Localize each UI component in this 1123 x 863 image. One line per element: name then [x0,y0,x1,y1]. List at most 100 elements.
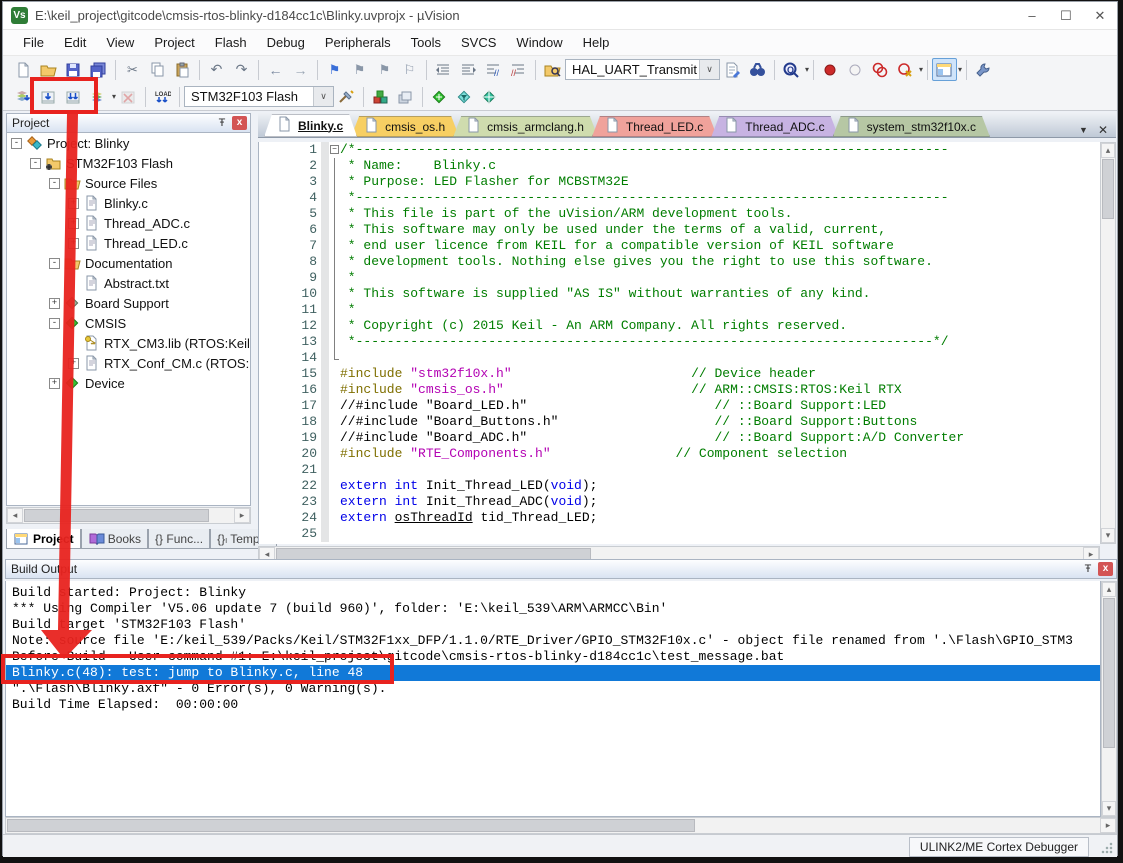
build-output-line-highlighted[interactable]: Blinky.c(48): test: jump to Blinky.c, li… [6,665,1100,681]
disable-breakpoints-button[interactable] [893,58,918,81]
editor-tab-system-stm32f10x-c[interactable]: system_stm32f10x.c [833,116,990,137]
debug-windows-button[interactable] [932,58,957,81]
navigate-forward-button[interactable]: → [288,58,313,81]
indent-button[interactable] [456,58,481,81]
menu-debug[interactable]: Debug [257,32,315,53]
build-output-line[interactable]: ".\Flash\Blinky.axf" - 0 Error(s), 0 War… [6,681,1100,697]
code-q-search-button[interactable]: Q [779,58,804,81]
collapse-icon[interactable]: - [30,158,41,169]
menu-tools[interactable]: Tools [401,32,451,53]
enable-breakpoint-button[interactable] [843,58,868,81]
bookmark-toggle-button[interactable]: ⚑ [322,58,347,81]
tree-item-thread-adc-c[interactable]: +Thread_ADC.c [7,213,250,233]
chevron-down-icon[interactable]: ∨ [313,87,333,106]
build-output-line[interactable]: Build Time Elapsed: 00:00:00 [6,697,1100,713]
build-output-close-icon[interactable]: x [1098,562,1113,576]
build-hscrollbar[interactable]: ▸ [5,817,1117,834]
rebuild-button[interactable] [61,85,86,108]
build-output-line[interactable]: Build started: Project: Blinky [6,585,1100,601]
build-output-line[interactable]: Before Build - User command #1: E:\keil_… [6,649,1100,665]
dropdown-arrow-icon[interactable]: ▾ [958,65,962,74]
build-button[interactable] [36,85,61,108]
editor-tab-thread-led-c[interactable]: Thread_LED.c [592,116,717,137]
comment-button[interactable]: // [481,58,506,81]
resize-grip[interactable] [1101,842,1113,854]
tree-item-source-files[interactable]: -Source Files [7,173,250,193]
redo-button[interactable]: ↷ [229,58,254,81]
copy-button[interactable] [145,58,170,81]
build-vscrollbar[interactable]: ▴ ▾ [1101,581,1117,817]
menu-window[interactable]: Window [506,32,572,53]
pin-icon[interactable]: Ŧ [1081,563,1095,575]
download-button[interactable]: LOAD [150,85,175,108]
bookmark-clear-button[interactable]: ⚐ [397,58,422,81]
project-hscrollbar[interactable]: ◂ ▸ [6,507,251,524]
dropdown-arrow-icon[interactable]: ▾ [805,65,809,74]
manage-rte-button[interactable] [368,85,393,108]
collapse-icon[interactable]: - [49,258,60,269]
open-file-button[interactable] [36,58,61,81]
find-in-files-button[interactable] [540,58,565,81]
pack-installer-button[interactable] [452,85,477,108]
dock-tab-func[interactable]: {} Func... [148,529,210,549]
insert-breakpoint-button[interactable] [818,58,843,81]
translate-button[interactable] [11,85,36,108]
incremental-find-button[interactable] [720,58,745,81]
batch-build-button[interactable] [86,85,111,108]
tree-item-documentation[interactable]: -Documentation [7,253,250,273]
bookmark-next-button[interactable]: ⚑ [372,58,397,81]
editor-tab-blinky-c[interactable]: Blinky.c [264,114,357,137]
tree-item-board-support[interactable]: +Board Support [7,293,250,313]
expand-icon[interactable]: + [68,218,79,229]
chevron-down-icon[interactable]: ∨ [699,60,719,79]
code-editor[interactable]: 1−/*------------------------------------… [258,142,1101,544]
collapse-icon[interactable]: - [49,178,60,189]
close-button[interactable]: ✕ [1083,3,1117,29]
undo-button[interactable]: ↶ [204,58,229,81]
manage-books-button[interactable] [477,85,502,108]
editor-tab-thread-adc-c[interactable]: Thread_ADC.c [711,116,838,137]
stop-build-button[interactable] [116,85,141,108]
tree-item-rtx-cm3-lib-rtos-keil-r[interactable]: +RTX_CM3.lib (RTOS:Keil R [7,333,250,353]
tree-item-thread-led-c[interactable]: +Thread_LED.c [7,233,250,253]
cut-button[interactable]: ✂ [120,58,145,81]
build-output-line[interactable]: *** Using Compiler 'V5.06 update 7 (buil… [6,601,1100,617]
expand-icon[interactable]: + [68,358,79,369]
unindent-button[interactable] [431,58,456,81]
expand-icon[interactable]: + [68,198,79,209]
editor-tab-cmsis-os-h[interactable]: cmsis_os.h [351,116,459,137]
configure-button[interactable] [971,58,996,81]
tree-item-cmsis[interactable]: -CMSIS [7,313,250,333]
kill-breakpoints-button[interactable] [868,58,893,81]
project-close-icon[interactable]: x [232,116,247,130]
tab-close-icon[interactable]: ✕ [1098,123,1108,137]
menu-view[interactable]: View [96,32,144,53]
menu-file[interactable]: File [13,32,54,53]
tree-item-project-blinky[interactable]: -Project: Blinky [7,133,250,153]
options-for-target-button[interactable] [334,85,359,108]
collapse-icon[interactable]: - [11,138,22,149]
collapse-icon[interactable]: - [49,318,60,329]
save-all-button[interactable] [86,58,111,81]
dropdown-arrow-icon[interactable]: ▾ [919,65,923,74]
bookmark-prev-button[interactable]: ⚑ [347,58,372,81]
expand-icon[interactable]: + [49,298,60,309]
minimize-button[interactable]: – [1015,3,1049,29]
expand-icon[interactable]: + [68,238,79,249]
dock-tab-project[interactable]: Project [6,529,81,549]
menu-project[interactable]: Project [144,32,204,53]
tree-item-stm32f103-flash[interactable]: -STM32F103 Flash [7,153,250,173]
fold-collapse-icon[interactable]: − [329,142,340,158]
menu-peripherals[interactable]: Peripherals [315,32,401,53]
find-next-button[interactable] [745,58,770,81]
navigate-back-button[interactable]: ← [263,58,288,81]
build-output-line[interactable]: Note: source file 'E:/keil_539/Packs/Kei… [6,633,1100,649]
expand-icon[interactable]: + [49,378,60,389]
select-packs-button[interactable] [427,85,452,108]
search-combo[interactable]: HAL_UART_Transmit∨ [565,59,720,80]
save-button[interactable] [61,58,86,81]
build-output-line[interactable]: Build target 'STM32F103 Flash' [6,617,1100,633]
new-file-button[interactable] [11,58,36,81]
tree-item-blinky-c[interactable]: +Blinky.c [7,193,250,213]
menu-edit[interactable]: Edit [54,32,96,53]
